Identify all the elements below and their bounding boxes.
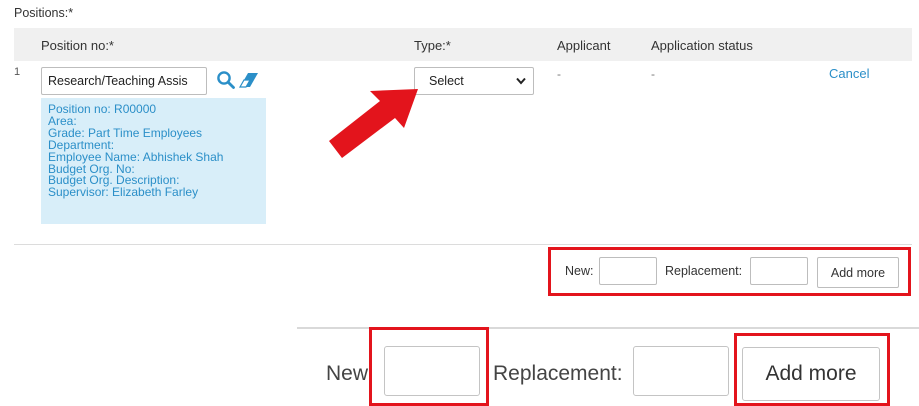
pointer-arrow-icon bbox=[329, 89, 418, 158]
zoomed-add-more-button[interactable]: Add more bbox=[742, 347, 880, 401]
info-position-no: Position no: R00000 bbox=[48, 102, 157, 116]
zoomed-new-input[interactable] bbox=[384, 346, 480, 396]
chevron-down-icon bbox=[516, 77, 526, 85]
header-applicant: Applicant bbox=[557, 38, 611, 53]
applicant-value: - bbox=[557, 67, 561, 81]
search-icon[interactable] bbox=[216, 70, 236, 90]
table-header-row bbox=[14, 28, 912, 61]
header-type: Type:* bbox=[414, 38, 451, 53]
new-label: New: bbox=[565, 264, 594, 278]
application-status-value: - bbox=[651, 67, 655, 81]
position-info-box: Position no: R00000 Area: Grade: Part Ti… bbox=[41, 98, 266, 224]
header-application-status: Application status bbox=[651, 38, 753, 53]
add-more-button[interactable]: Add more bbox=[817, 257, 899, 288]
type-select[interactable]: Select bbox=[414, 67, 534, 95]
cancel-link[interactable]: Cancel bbox=[829, 66, 869, 81]
positions-section-label: Positions:* bbox=[14, 6, 74, 20]
zoomed-new-label: New bbox=[326, 362, 369, 385]
table-divider bbox=[14, 244, 912, 245]
header-position-no: Position no:* bbox=[41, 38, 114, 53]
eraser-icon[interactable] bbox=[239, 71, 259, 89]
replacement-label: Replacement: bbox=[665, 264, 743, 278]
row-number: 1 bbox=[14, 66, 21, 78]
zoomed-replacement-label: Replacement: bbox=[493, 362, 623, 385]
position-no-input[interactable]: Research/Teaching Assis bbox=[41, 67, 207, 95]
info-supervisor: Supervisor: Elizabeth Farley bbox=[48, 185, 199, 200]
replacement-count-input[interactable] bbox=[750, 257, 808, 285]
zoomed-replacement-input[interactable] bbox=[633, 346, 729, 396]
type-select-value: Select bbox=[429, 74, 464, 88]
new-count-input[interactable] bbox=[599, 257, 657, 285]
